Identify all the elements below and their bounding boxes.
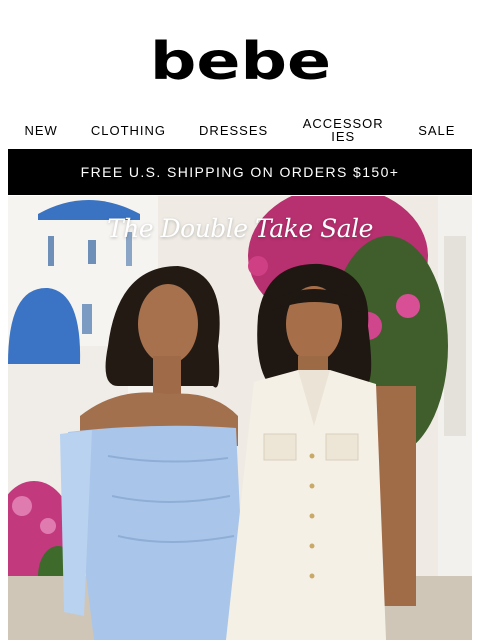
nav-item-sale[interactable]: SALE [418, 123, 455, 138]
main-nav: NEW CLOTHING DRESSES ACCESSORIES SALE [8, 112, 472, 148]
logo-link[interactable]: bebe [0, 36, 480, 88]
hero-title: The Double Take Sale [107, 214, 373, 243]
hero-illustration [8, 196, 472, 640]
shipping-banner[interactable]: FREE U.S. SHIPPING ON ORDERS $150+ [8, 149, 472, 195]
hero-image[interactable]: The Double Take Sale [8, 196, 472, 640]
shipping-banner-text: FREE U.S. SHIPPING ON ORDERS $150+ [80, 164, 400, 180]
nav-item-new[interactable]: NEW [25, 123, 58, 138]
nav-item-clothing[interactable]: CLOTHING [91, 123, 166, 138]
bebe-logo: bebe [149, 32, 331, 92]
nav-item-dresses[interactable]: DRESSES [199, 123, 268, 138]
nav-item-accessories[interactable]: ACCESSORIES [301, 117, 385, 143]
